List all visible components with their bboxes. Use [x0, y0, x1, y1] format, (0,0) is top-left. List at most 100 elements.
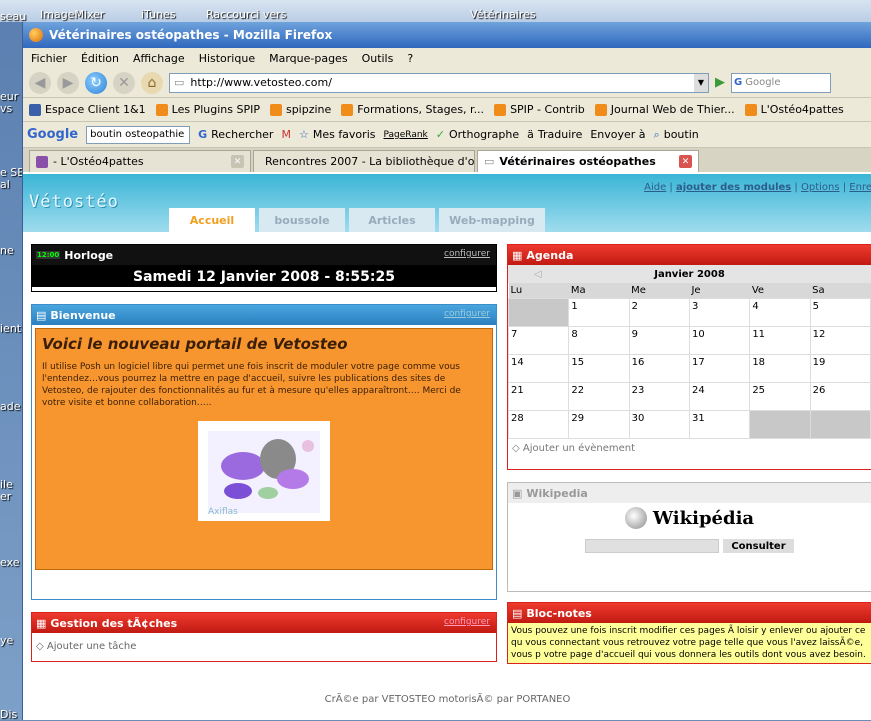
calendar-cell[interactable]: 4	[749, 298, 811, 327]
desktop-icon-shortcut[interactable]: Raccourci vers	[206, 8, 286, 21]
spellcheck-button[interactable]: ✓ Orthographe	[436, 128, 519, 141]
desktop-label[interactable]: Dis	[0, 708, 17, 721]
bookmark-item[interactable]: Formations, Stages, r...	[341, 103, 484, 116]
blocnotes-text[interactable]: Vous pouvez une fois inscrit modifier ce…	[508, 623, 871, 663]
desktop-label[interactable]: ye	[0, 634, 13, 647]
google-search-button[interactable]: G Rechercher	[198, 128, 273, 141]
bookmark-item[interactable]: L'Ostéo4pattes	[744, 103, 844, 116]
search-box[interactable]: G Google	[731, 72, 831, 93]
tab-rencontres[interactable]: Rencontres 2007 - La bibliothèque d'o...…	[253, 150, 475, 172]
close-icon[interactable]: ✕	[679, 155, 692, 168]
calendar-cell[interactable]: 2	[628, 298, 690, 327]
favorites-button[interactable]: ☆ Mes favoris	[299, 128, 376, 141]
desktop-label[interactable]: vs	[0, 102, 12, 115]
add-event-link[interactable]: ◇ Ajouter un évènement	[508, 439, 871, 458]
add-task-label: Ajouter une tâche	[46, 641, 137, 652]
site-logo[interactable]: Vétostéo	[29, 192, 119, 212]
calendar-cell[interactable]: 21	[507, 382, 570, 411]
calendar-cell[interactable]: 30	[628, 410, 690, 439]
desktop-label[interactable]: exe	[0, 556, 20, 569]
forward-arrow-icon[interactable]: ▶	[57, 71, 79, 94]
calendar-cell[interactable]: 5	[809, 298, 871, 327]
menu-edition[interactable]: Édition	[81, 52, 119, 65]
add-modules-link[interactable]: ajouter des modules	[676, 182, 791, 193]
tab-veterinaires[interactable]: ▭ Vétérinaires ostéopathes ✕	[477, 150, 699, 172]
desktop-label[interactable]: al	[0, 178, 10, 191]
calendar-cell[interactable]: 3	[688, 298, 751, 327]
calendar-cell[interactable]: 17	[688, 354, 751, 383]
tab-web-mapping[interactable]: Web-mapping	[439, 208, 545, 232]
url-dropdown-icon[interactable]: ▼	[694, 73, 708, 92]
desktop-icon-itunes[interactable]: iTunes	[141, 8, 176, 21]
menu-historique[interactable]: Historique	[199, 52, 255, 65]
calendar-cell[interactable]: 16	[628, 354, 690, 383]
tab-accueil[interactable]: Accueil	[169, 208, 255, 232]
calendar-cell[interactable]: 26	[809, 382, 871, 411]
calendar-cell[interactable]: 24	[688, 382, 751, 411]
go-icon[interactable]: ▶	[715, 75, 725, 90]
calendar-cell[interactable]: 10	[688, 326, 751, 355]
configure-link[interactable]: configurer	[444, 309, 490, 319]
add-task-link[interactable]: ◇ Ajouter une tâche	[32, 633, 496, 660]
calendar-cell[interactable]: 7	[507, 326, 570, 355]
bookmark-item[interactable]: Espace Client 1&1	[29, 103, 146, 116]
bookmark-item[interactable]: Journal Web de Thier...	[594, 103, 735, 116]
tab-boussole[interactable]: boussole	[259, 208, 345, 232]
options-link[interactable]: Options	[801, 182, 840, 193]
calendar-cell[interactable]: 11	[749, 326, 811, 355]
calendar-cell[interactable]: 29	[568, 410, 630, 439]
desktop-label[interactable]: er	[0, 490, 11, 503]
tab-articles[interactable]: Articles	[349, 208, 435, 232]
desktop-label[interactable]: ient	[0, 322, 21, 335]
menu-outils[interactable]: Outils	[362, 52, 394, 65]
close-icon[interactable]: ✕	[231, 155, 244, 168]
reload-icon[interactable]: ↻	[85, 71, 107, 94]
translate-button[interactable]: ä Traduire	[527, 128, 582, 141]
calendar-cell[interactable]: 31	[688, 410, 751, 439]
calendar-cell[interactable]: 8	[568, 326, 630, 355]
calendar-cell[interactable]: 15	[568, 354, 630, 383]
menu-help[interactable]: ?	[407, 52, 413, 65]
tab-osteo4pattes[interactable]: - L'Ostéo4pattes ✕	[29, 150, 251, 172]
calendar-cell[interactable]: 9	[628, 326, 690, 355]
desktop-label[interactable]: ade	[0, 400, 21, 413]
desktop-icon-veterinaires[interactable]: Vétérinaires	[470, 8, 536, 21]
help-link[interactable]: Aide	[644, 182, 666, 193]
calendar-cell[interactable]: 23	[628, 382, 690, 411]
consulter-button[interactable]: Consulter	[723, 539, 794, 553]
bookmark-item[interactable]: spipzine	[269, 103, 331, 116]
calendar-cell[interactable]: 19	[809, 354, 871, 383]
calendar-cell[interactable]: 28	[507, 410, 570, 439]
desktop-icon-imagemixer[interactable]: ImageMixer	[40, 8, 104, 21]
google-query-input[interactable]: boutin osteopathie	[86, 125, 191, 144]
configure-link[interactable]: configurer	[444, 617, 490, 627]
desktop-label[interactable]: ne	[0, 244, 14, 257]
menu-affichage[interactable]: Affichage	[133, 52, 185, 65]
calendar-cell[interactable]: 18	[749, 354, 811, 383]
bookmark-item[interactable]: Les Plugins SPIP	[155, 103, 260, 116]
prev-month-icon[interactable]: ◁	[534, 269, 542, 280]
calendar-cell[interactable]: 12	[809, 326, 871, 355]
url-bar[interactable]: ▭ http://www.vetosteo.com/ ▼	[169, 72, 709, 93]
calendar-cell[interactable]: 25	[749, 382, 811, 411]
menu-fichier[interactable]: Fichier	[31, 52, 67, 65]
save-link[interactable]: Enre	[849, 182, 871, 193]
configure-link[interactable]: configurer	[444, 249, 490, 259]
calendar-cell[interactable]: 1	[568, 298, 630, 327]
bookmark-item[interactable]: SPIP - Contrib	[494, 103, 585, 116]
stop-icon[interactable]: ✕	[113, 71, 135, 94]
highlight-button[interactable]: ⌕ boutin	[654, 128, 699, 142]
pagerank-indicator[interactable]: PageRank	[383, 130, 427, 140]
menu-marque-pages[interactable]: Marque-pages	[269, 52, 347, 65]
back-arrow-icon[interactable]: ◀	[29, 71, 51, 94]
url-text[interactable]: http://www.vetosteo.com/	[190, 76, 332, 89]
google-logo[interactable]: Google	[27, 127, 78, 142]
home-icon[interactable]: ⌂	[141, 71, 163, 94]
gmail-icon[interactable]: M	[281, 128, 291, 141]
send-button[interactable]: Envoyer à	[590, 128, 645, 141]
wikipedia-search-input[interactable]	[585, 539, 720, 553]
search-input[interactable]: Google	[745, 77, 780, 88]
calendar-cell[interactable]: 22	[568, 382, 630, 411]
module-header: ▤ Bloc-notes	[508, 603, 871, 623]
calendar-cell[interactable]: 14	[507, 354, 570, 383]
